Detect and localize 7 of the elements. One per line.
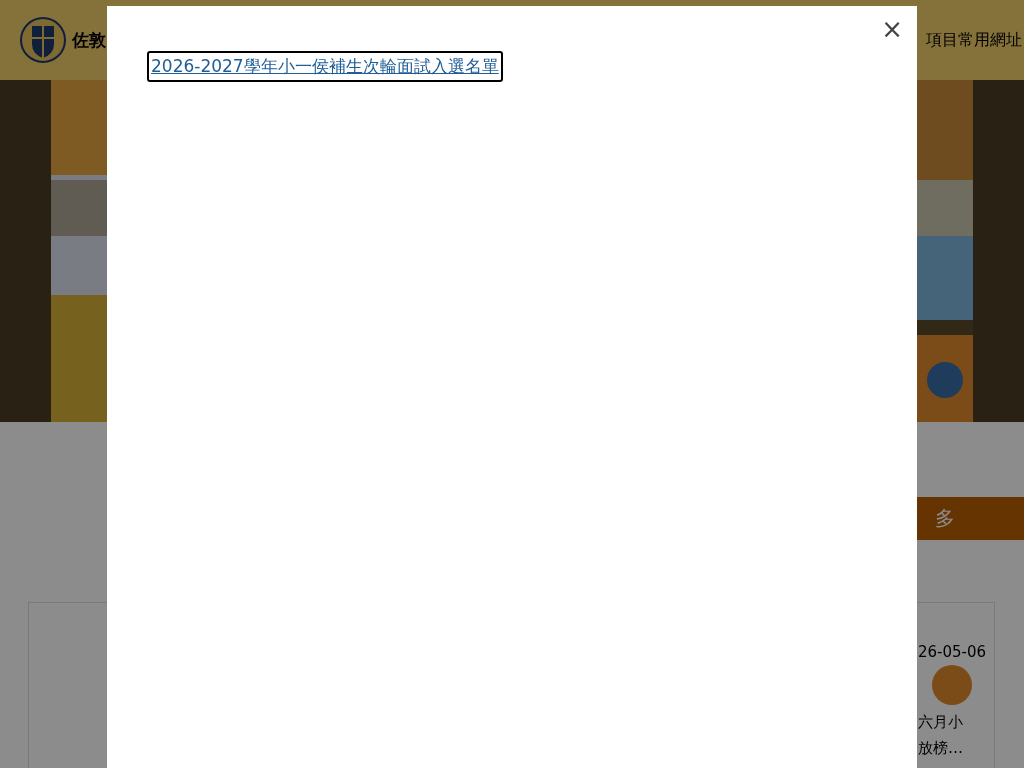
document-link[interactable]: 2026-2027學年小一侯補生次輪面試入選名單: [147, 51, 503, 82]
back-to-top-button[interactable]: [932, 665, 972, 705]
nav-link[interactable]: 項目常用網址: [926, 29, 1022, 51]
close-button[interactable]: ×: [877, 14, 907, 44]
school-name: 佐敦: [72, 28, 106, 52]
news-date: 26-05-06: [918, 643, 988, 661]
news-title[interactable]: 六月小 放榜…: [918, 709, 994, 761]
